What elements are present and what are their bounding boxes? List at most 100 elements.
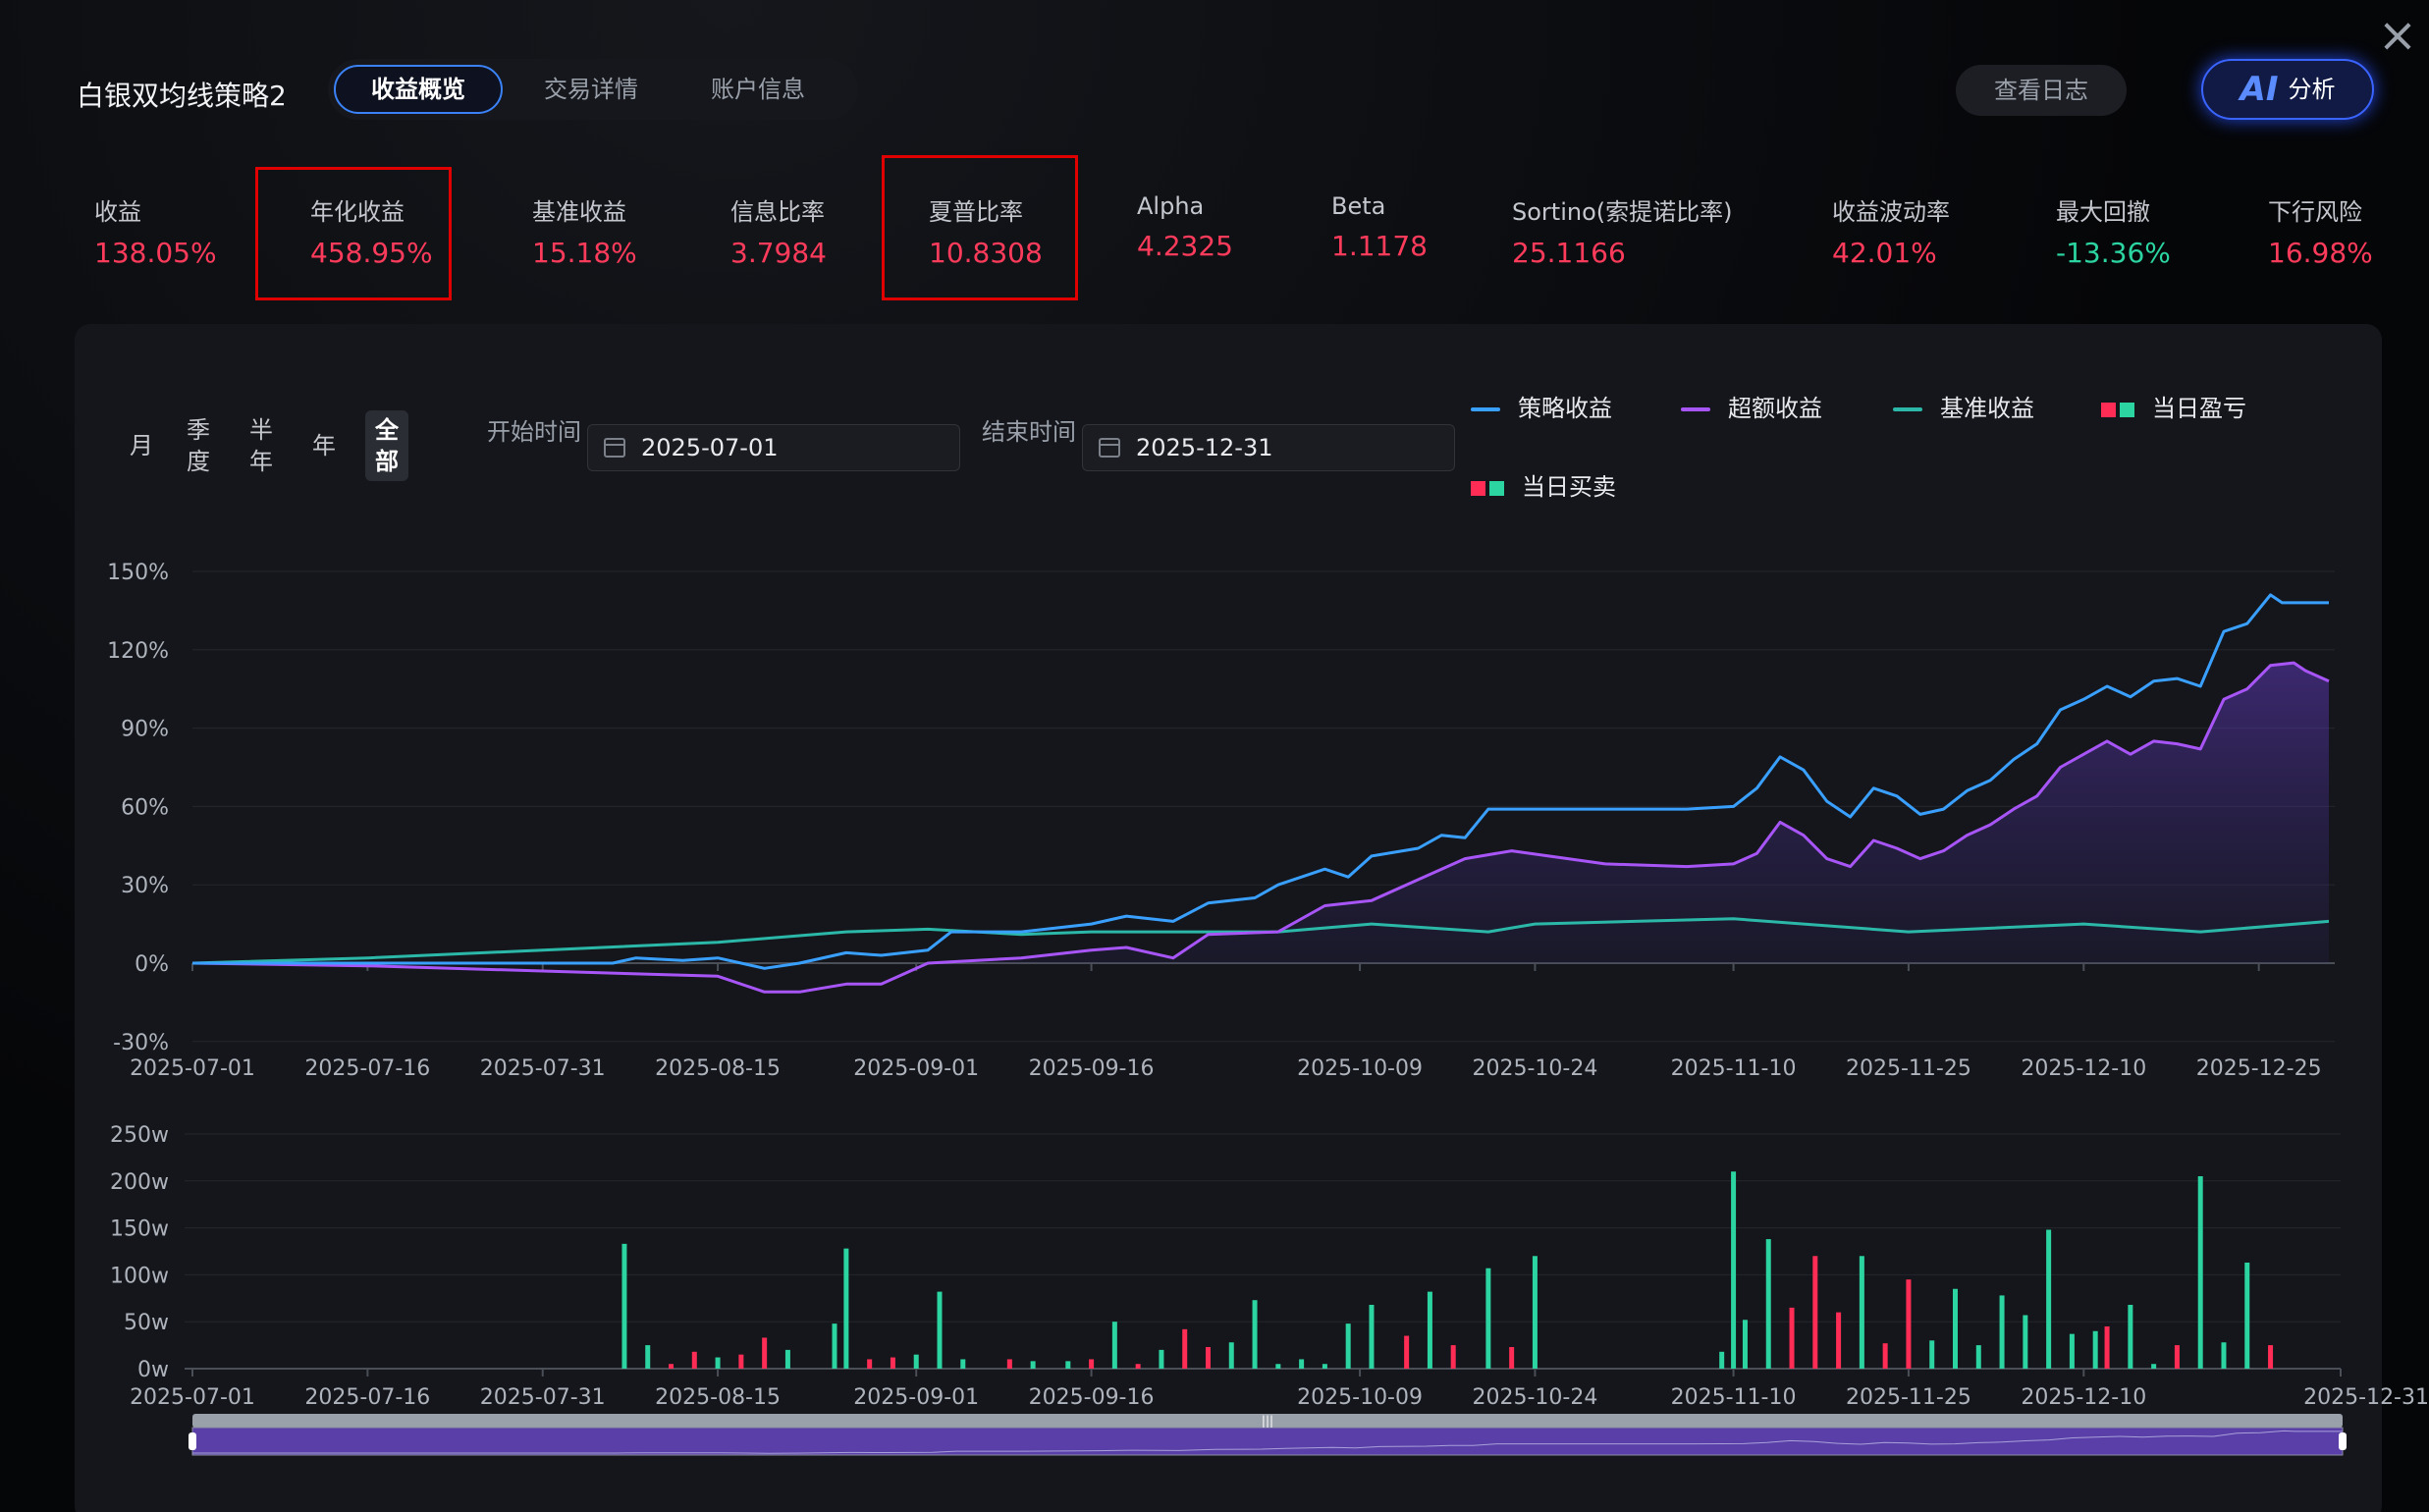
trade-bar bbox=[2244, 1262, 2250, 1369]
trade-bar bbox=[960, 1359, 966, 1369]
trade-bar bbox=[1906, 1279, 1912, 1369]
x-tick-label: 2025-11-10 bbox=[1671, 1056, 1797, 1081]
trade-bar bbox=[1182, 1328, 1188, 1369]
trade-bar bbox=[1089, 1359, 1095, 1369]
trade-bar bbox=[1742, 1320, 1748, 1369]
trade-bar bbox=[1450, 1345, 1456, 1369]
trade-bar bbox=[1030, 1361, 1036, 1369]
x-tick-label: 2025-10-24 bbox=[1473, 1056, 1598, 1081]
trade-bar bbox=[691, 1351, 697, 1369]
scroller-grip-icon: ||| bbox=[1262, 1414, 1273, 1428]
trade-bar bbox=[2023, 1315, 2028, 1369]
trade-bar bbox=[2046, 1229, 2052, 1369]
trade-bar bbox=[913, 1354, 919, 1369]
x-tick-label: 2025-10-09 bbox=[1297, 1385, 1423, 1410]
trade-bar bbox=[1999, 1295, 2005, 1369]
trade-bar bbox=[1228, 1342, 1234, 1369]
trade-bar bbox=[715, 1357, 721, 1369]
trade-bar bbox=[2221, 1342, 2227, 1369]
x-tick-label: 2025-07-16 bbox=[304, 1056, 430, 1081]
x-tick-label: 2025-09-16 bbox=[1029, 1385, 1155, 1410]
scroller-handle-right bbox=[2339, 1432, 2347, 1450]
trade-bar bbox=[2151, 1364, 2157, 1369]
y-tick-label: 200w bbox=[110, 1170, 169, 1195]
trade-bar bbox=[621, 1243, 627, 1369]
y-tick-label: 100w bbox=[110, 1264, 169, 1288]
x-tick-label: 2025-07-01 bbox=[130, 1385, 255, 1410]
trade-bar bbox=[1275, 1364, 1281, 1369]
trade-bar bbox=[1765, 1239, 1771, 1369]
trade-bar bbox=[1111, 1322, 1117, 1369]
y-tick-label: -30% bbox=[113, 1031, 169, 1055]
zoom-scroller[interactable]: ||| bbox=[189, 1414, 2347, 1456]
trade-bar bbox=[2268, 1345, 2274, 1369]
trade-bar bbox=[2104, 1325, 2110, 1369]
y-tick-label: 0% bbox=[135, 952, 169, 977]
x-tick-label: 2025-12-31 bbox=[2303, 1385, 2429, 1410]
trade-bar bbox=[1812, 1256, 1818, 1369]
returns-line-chart: 150% 120% 90% 60% 30% 0% -30%2025-07-01 2025-07… bbox=[107, 561, 2335, 1081]
trade-bar bbox=[1719, 1351, 1725, 1369]
x-tick-label: 2025-12-25 bbox=[2196, 1056, 2322, 1081]
x-tick-label: 2025-11-25 bbox=[1846, 1056, 1971, 1081]
trade-bar bbox=[762, 1337, 768, 1369]
trade-bar bbox=[2174, 1345, 2180, 1369]
trade-bar bbox=[1975, 1345, 1981, 1369]
trade-bar bbox=[1509, 1347, 1515, 1369]
trade-bar bbox=[2069, 1333, 2075, 1369]
trade-bar bbox=[1252, 1300, 1258, 1369]
y-tick-label: 90% bbox=[121, 718, 169, 742]
trade-bar bbox=[784, 1349, 790, 1369]
trade-bar bbox=[1322, 1364, 1327, 1369]
trade-bar bbox=[1532, 1256, 1538, 1369]
y-tick-label: 30% bbox=[121, 874, 169, 898]
trade-bar bbox=[1205, 1347, 1211, 1369]
x-tick-label: 2025-08-15 bbox=[655, 1056, 781, 1081]
trade-bar bbox=[1345, 1323, 1351, 1369]
y-tick-label: 60% bbox=[121, 795, 169, 820]
trade-bar bbox=[1135, 1364, 1141, 1369]
trade-bar bbox=[1299, 1359, 1305, 1369]
y-tick-label: 50w bbox=[124, 1311, 169, 1335]
trade-bar bbox=[1952, 1288, 1958, 1369]
trade-bar bbox=[1404, 1335, 1410, 1369]
x-tick-label: 2025-07-31 bbox=[480, 1385, 606, 1410]
trade-bar bbox=[1006, 1359, 1012, 1369]
trade-bar bbox=[2128, 1304, 2133, 1369]
x-tick-label: 2025-11-25 bbox=[1846, 1385, 1971, 1410]
trade-bar bbox=[843, 1248, 849, 1369]
trade-bar bbox=[738, 1354, 744, 1369]
y-tick-label: 120% bbox=[107, 639, 169, 664]
trade-bar bbox=[890, 1357, 895, 1369]
y-tick-label: 0w bbox=[137, 1358, 169, 1382]
x-tick-label: 2025-08-15 bbox=[655, 1385, 781, 1410]
y-tick-label: 150w bbox=[110, 1217, 169, 1242]
x-tick-label: 2025-12-10 bbox=[2021, 1056, 2146, 1081]
x-tick-label: 2025-12-10 bbox=[2021, 1385, 2146, 1410]
trade-bar bbox=[1065, 1361, 1071, 1369]
trade-bar bbox=[1859, 1256, 1864, 1369]
trade-bar bbox=[1427, 1291, 1432, 1369]
daily-trade-bar-chart: 250w 200w 150w 100w 50w 0w 2025-07-01 2025-07-1… bbox=[110, 1123, 2429, 1410]
trade-bar bbox=[669, 1364, 675, 1369]
trade-bar bbox=[645, 1345, 651, 1369]
trade-bar bbox=[1882, 1343, 1888, 1369]
trade-bar bbox=[1159, 1349, 1164, 1369]
trade-bar bbox=[937, 1291, 943, 1369]
trade-bar bbox=[2197, 1176, 2203, 1369]
trade-bar bbox=[1485, 1268, 1491, 1369]
scroller-handle-left bbox=[189, 1432, 196, 1450]
x-tick-label: 2025-09-01 bbox=[853, 1385, 979, 1410]
x-tick-label: 2025-07-16 bbox=[304, 1385, 430, 1410]
trade-bar bbox=[2092, 1330, 2098, 1369]
trade-bar bbox=[1929, 1340, 1935, 1369]
x-tick-label: 2025-10-24 bbox=[1473, 1385, 1598, 1410]
y-tick-label: 250w bbox=[110, 1123, 169, 1148]
trade-bar bbox=[1731, 1171, 1737, 1369]
x-tick-label: 2025-07-01 bbox=[130, 1056, 255, 1081]
y-tick-label: 150% bbox=[107, 561, 169, 585]
x-tick-label: 2025-07-31 bbox=[480, 1056, 606, 1081]
trade-bar bbox=[832, 1323, 837, 1369]
x-tick-label: 2025-09-01 bbox=[853, 1056, 979, 1081]
trade-bar bbox=[1369, 1304, 1375, 1369]
